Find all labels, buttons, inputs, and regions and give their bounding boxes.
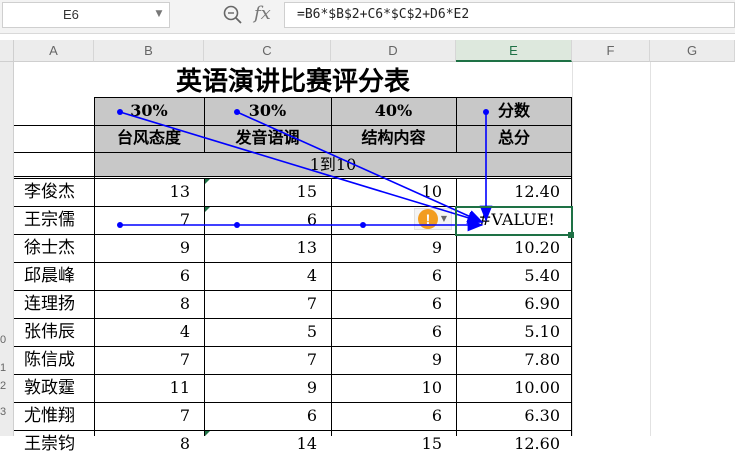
name-cell[interactable]: 邱晨峰 — [14, 262, 94, 290]
weight-e[interactable]: 分数 — [456, 98, 572, 125]
formula-input[interactable]: =B6*$B$2+C6*$C$2+D6*E2 — [284, 2, 735, 28]
name-cell[interactable]: 李俊杰 — [14, 178, 94, 206]
score-b-cell[interactable]: 4 — [94, 318, 204, 346]
criterion-e[interactable]: 总分 — [456, 125, 572, 152]
score-c-cell[interactable]: 15 — [204, 178, 331, 206]
score-c-cell[interactable]: 5 — [204, 318, 331, 346]
chevron-down-icon[interactable]: ▼ — [152, 6, 166, 22]
score-d-cell[interactable]: 9 — [331, 346, 456, 374]
score-b-cell[interactable]: 7 — [94, 346, 204, 374]
criterion-b[interactable]: 台风态度 — [94, 125, 204, 152]
weight-b[interactable]: 30% — [94, 98, 204, 125]
column-header-c[interactable]: C — [204, 40, 331, 62]
column-header-e[interactable]: E — [456, 40, 572, 62]
score-c-cell[interactable]: 7 — [204, 290, 331, 318]
total-cell[interactable]: 10.00 — [456, 374, 572, 402]
weight-d[interactable]: 40% — [331, 98, 456, 125]
formula-bar: E6 ▼ fx =B6*$B$2+C6*$C$2+D6*E2 — [0, 0, 735, 34]
criterion-d[interactable]: 结构内容 — [331, 125, 456, 152]
sheet-title: 英语演讲比赛评分表 — [175, 67, 410, 97]
score-b-cell[interactable]: 8 — [94, 290, 204, 318]
select-all-corner[interactable] — [0, 40, 14, 62]
column-header-d[interactable]: D — [331, 40, 456, 62]
row-header-10[interactable]: 0 — [0, 328, 14, 352]
chevron-down-icon[interactable]: ▼ — [438, 209, 450, 229]
score-b-cell[interactable]: 9 — [94, 234, 204, 262]
total-cell[interactable]: 5.40 — [456, 262, 572, 290]
column-header-a[interactable]: A — [14, 40, 94, 62]
score-d-cell[interactable]: 10 — [331, 374, 456, 402]
score-c-cell[interactable]: 4 — [204, 262, 331, 290]
score-d-cell[interactable]: 6 — [331, 262, 456, 290]
name-cell[interactable]: 徐士杰 — [14, 234, 94, 262]
fill-handle[interactable] — [568, 232, 574, 238]
name-cell[interactable]: 敦政霆 — [14, 374, 94, 402]
total-cell[interactable]: 6.90 — [456, 290, 572, 318]
score-c-cell[interactable]: 6 — [204, 402, 331, 430]
name-cell[interactable]: 陈信成 — [14, 346, 94, 374]
score-c-cell[interactable]: 6 — [204, 206, 331, 234]
active-cell-selection[interactable] — [455, 206, 573, 236]
score-d-cell[interactable]: 6 — [331, 290, 456, 318]
score-c-cell[interactable]: 14 — [204, 430, 331, 458]
score-d-cell[interactable]: 6 — [331, 402, 456, 430]
score-b-cell[interactable]: 8 — [94, 430, 204, 458]
score-c-cell[interactable]: 9 — [204, 374, 331, 402]
total-cell[interactable]: 10.20 — [456, 234, 572, 262]
scale-note[interactable]: 1到10 — [94, 152, 572, 176]
score-b-cell[interactable]: 11 — [94, 374, 204, 402]
name-cell[interactable]: 王宗儒 — [14, 206, 94, 234]
score-b-cell[interactable]: 13 — [94, 178, 204, 206]
total-cell[interactable]: 5.10 — [456, 318, 572, 346]
score-c-cell[interactable]: 13 — [204, 234, 331, 262]
weight-c[interactable]: 30% — [204, 98, 331, 125]
score-b-cell[interactable]: 7 — [94, 206, 204, 234]
name-cell[interactable]: 张伟辰 — [14, 318, 94, 346]
column-header-g[interactable]: G — [650, 40, 735, 62]
score-d-cell[interactable]: 9 — [331, 234, 456, 262]
column-header-f[interactable]: F — [572, 40, 650, 62]
name-cell[interactable]: 王崇钧 — [14, 430, 94, 458]
score-b-cell[interactable]: 6 — [94, 262, 204, 290]
zoom-icon[interactable] — [222, 4, 244, 26]
total-cell[interactable]: 6.30 — [456, 402, 572, 430]
column-header-b[interactable]: B — [94, 40, 204, 62]
total-cell[interactable]: 12.40 — [456, 178, 572, 206]
spreadsheet-grid[interactable]: A B C D E F G 0 1 2 3 英语演讲比赛评分表 30% 30% … — [0, 40, 735, 454]
criterion-c[interactable]: 发音语调 — [204, 125, 331, 152]
name-cell[interactable]: 连理扬 — [14, 290, 94, 318]
row-header-13[interactable]: 3 — [0, 400, 14, 424]
score-d-cell[interactable]: 15 — [331, 430, 456, 458]
error-warning-icon[interactable]: ! — [418, 209, 438, 229]
score-d-cell[interactable]: 10 — [331, 178, 456, 206]
fx-icon[interactable]: fx — [254, 2, 278, 28]
score-d-cell[interactable]: 6 — [331, 318, 456, 346]
total-cell[interactable]: 12.60 — [456, 430, 572, 458]
score-c-cell[interactable]: 7 — [204, 346, 331, 374]
name-cell[interactable]: 尤惟翔 — [14, 402, 94, 430]
score-b-cell[interactable]: 7 — [94, 402, 204, 430]
total-cell[interactable]: 7.80 — [456, 346, 572, 374]
name-box[interactable]: E6 — [2, 2, 170, 28]
row-header-12[interactable]: 2 — [0, 374, 14, 398]
